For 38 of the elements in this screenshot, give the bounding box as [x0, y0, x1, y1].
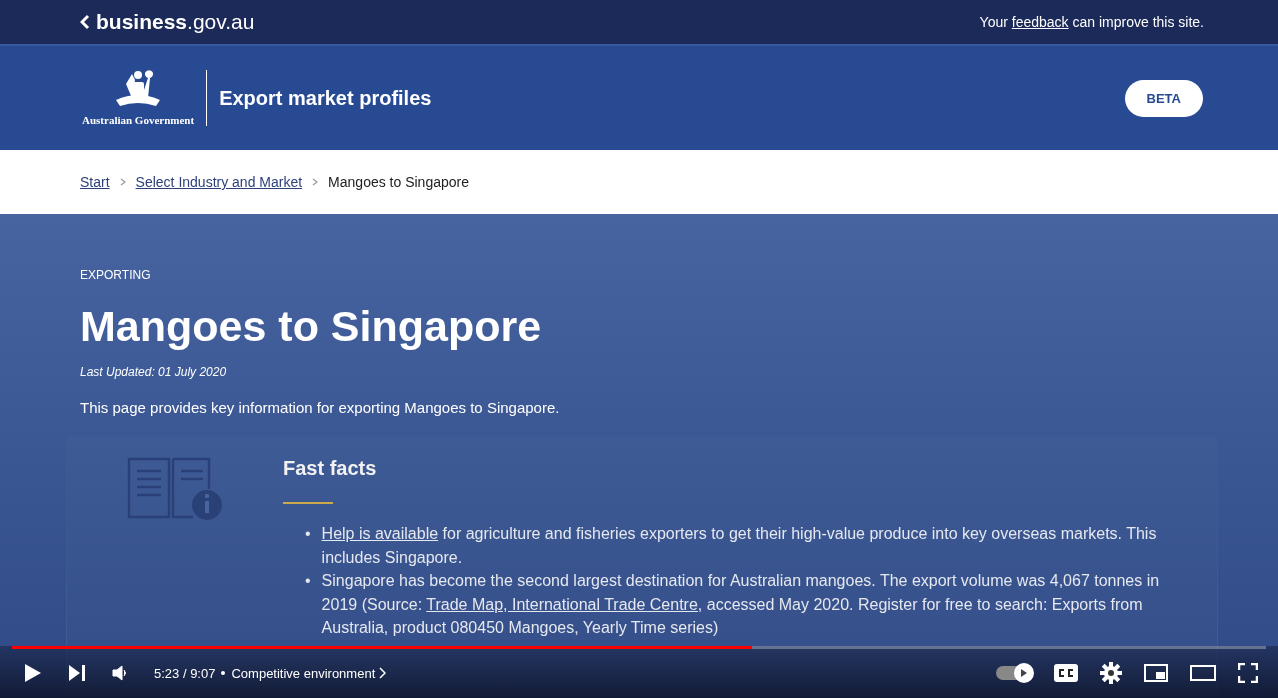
breadcrumb-link[interactable]: Select Industry and Market [135, 174, 303, 190]
breadcrumb-chevron-icon [312, 178, 319, 186]
bullet-marker: • [305, 524, 311, 544]
page-category: EXPORTING [80, 268, 152, 282]
chevron-right-icon [379, 667, 387, 679]
page-intro: This page provides key information for exporting Mangoes to Singapore. [80, 399, 561, 416]
page-title: Mangoes to Singapore [80, 302, 543, 351]
site-logo[interactable]: business.gov.au [96, 10, 255, 34]
fullscreen-icon[interactable] [1238, 663, 1258, 683]
next-button[interactable] [68, 664, 86, 682]
miniplayer-icon[interactable] [1144, 664, 1168, 682]
feedback-link[interactable]: feedback [1011, 14, 1069, 30]
video-time: 5:23 / 9:07 [154, 665, 216, 681]
fast-facts-heading: Fast facts [283, 457, 378, 480]
book-info-icon [127, 455, 223, 523]
back-chevron-icon[interactable] [80, 14, 90, 30]
play-button[interactable] [24, 663, 42, 683]
captions-icon[interactable] [1054, 664, 1078, 682]
feedback-notice: Your feedback can improve this site. [979, 14, 1204, 30]
fact-link[interactable]: Trade Map, International Trade Centre [426, 595, 698, 613]
last-updated: Last Updated: 01 July 2020 [80, 365, 228, 379]
separator-dot-icon [221, 671, 226, 675]
bullet-marker: • [305, 571, 311, 591]
fact-item: Help is available for agriculture and fisheries exporters to get their high-value produce into key overseas markets. This includes Singapore. [321, 524, 1158, 568]
breadcrumb-current: Mangoes to Singapore [328, 174, 469, 190]
site-title: Export market profiles [218, 86, 432, 110]
volume-button[interactable] [112, 665, 128, 681]
beta-label: BETA [1124, 79, 1203, 117]
fact-item: Singapore has become the second largest destination for Australian mangoes. The export volume was 4,067 tonnes in 2019 (Source: Trade Map, International Trade Centre, accessed May 2020. Register for free to search: Exports from Australia, product 080450 Mangoes, Yearly Time series) [321, 571, 1161, 638]
play-icon [1020, 668, 1028, 678]
breadcrumb-chevron-icon [119, 178, 126, 186]
chapter-button[interactable]: Competitive environment [231, 665, 387, 681]
autoplay-toggle[interactable] [996, 666, 1032, 680]
fact-link[interactable]: Help is available [321, 525, 439, 542]
breadcrumb-link[interactable]: Start [80, 174, 110, 190]
agency-name: Australian Government [82, 114, 195, 126]
theater-mode-icon[interactable] [1190, 665, 1216, 681]
settings-icon[interactable] [1100, 662, 1122, 684]
